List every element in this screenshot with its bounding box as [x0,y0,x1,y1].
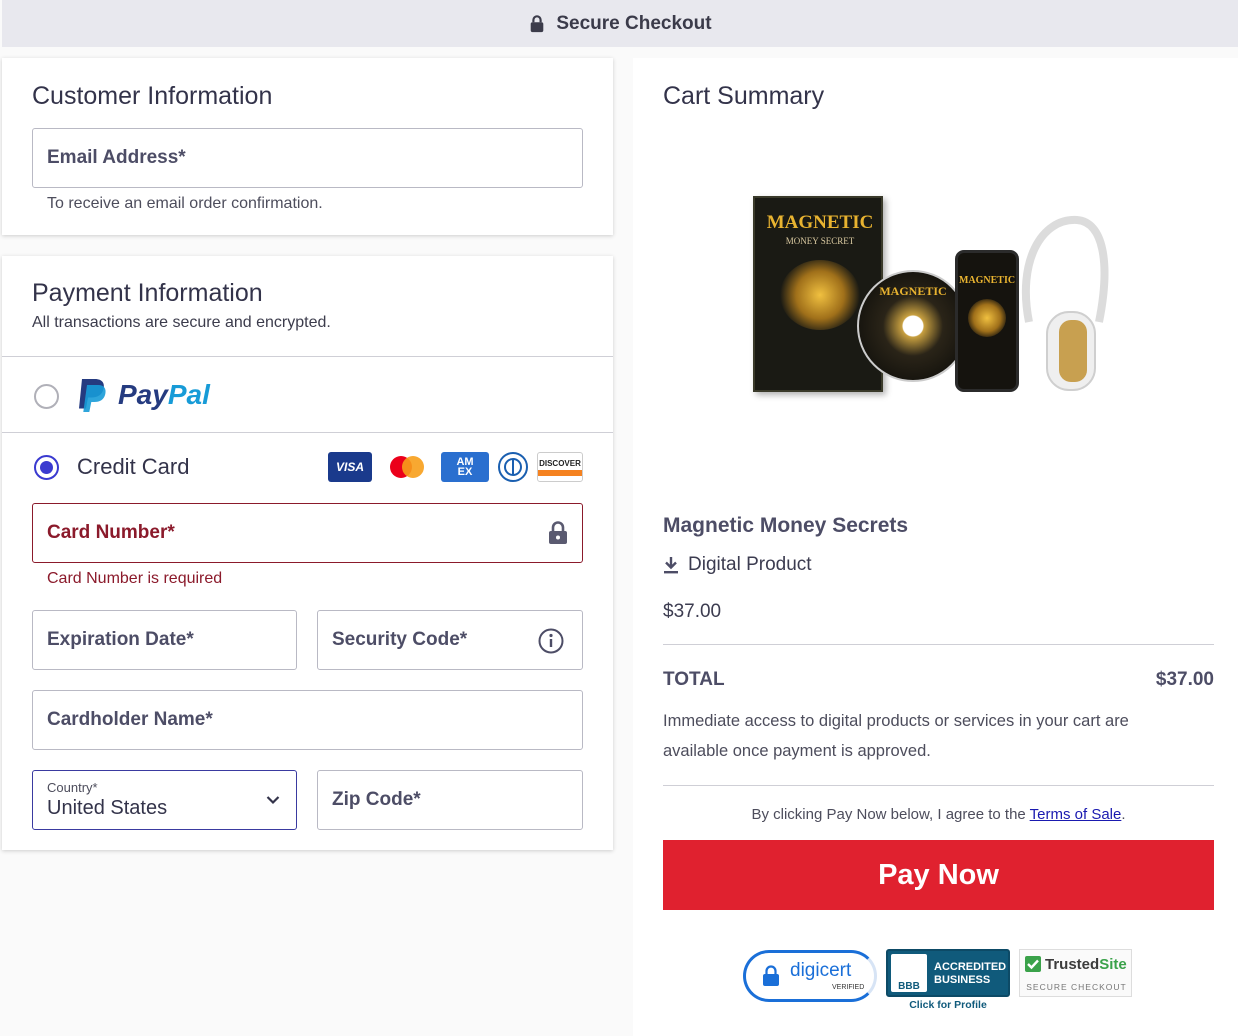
card-number-error: Card Number is required [47,570,223,587]
bbb-text: ACCREDITED BUSINESS [934,961,1006,987]
cardholder-name-label: Cardholder Name* [47,709,213,730]
digicert-name: digicert [790,960,852,981]
headphones-icon [1021,215,1109,391]
payment-subtitle: All transactions are secure and encrypte… [32,314,331,331]
access-note: Immediate access to digital products or … [663,712,1129,760]
expiration-date-label: Expiration Date* [47,629,194,650]
product-box-title: MAGNETIC [766,212,874,233]
secure-checkout-bar: Secure Checkout [2,0,1238,47]
product-type-label: Digital Product [688,554,812,575]
info-icon[interactable] [538,628,564,654]
credit-card-label: Credit Card [77,454,190,479]
paypal-wordmark: PayPal [118,379,210,411]
bbb-line1: ACCREDITED [934,961,1007,973]
product-name: Magnetic Money Secrets [663,514,909,537]
security-code-label: Security Code* [332,629,468,650]
total-label: TOTAL [663,669,725,690]
terms-of-sale-link[interactable]: Terms of Sale [1030,806,1122,823]
paypal-word-pay: Pay [118,379,168,410]
cart-summary-card: Cart Summary MAGNETIC MONEY SECRET MAGNE… [633,58,1238,1036]
email-field[interactable]: Email Address* [32,128,583,188]
terms-suffix: . [1121,806,1126,823]
country-select[interactable]: Country* United States [32,770,297,830]
amex-icon: AM EX [441,452,489,482]
paypal-word-pal: Pal [167,379,210,410]
country-value: United States [47,797,168,819]
checkmark-icon [1025,956,1041,972]
amex-text-bottom: EX [457,466,473,478]
cart-summary-title: Cart Summary [663,82,825,110]
chevron-down-icon [266,796,280,805]
discover-text: DISCOVER [539,458,581,468]
zip-code-label: Zip Code* [332,789,421,810]
mastercard-icon [385,452,429,482]
digicert-sub: VERIFIED [832,984,865,991]
trustedsite-name: TrustedSite [1045,956,1127,973]
credit-card-radio[interactable] [34,455,59,480]
bbb-line2: BUSINESS [934,974,991,986]
product-price: $37.00 [663,601,722,622]
customer-information-title: Customer Information [32,82,273,110]
divider [663,644,1214,645]
product-disc-title: MAGNETIC [879,284,947,298]
bbb-badge[interactable]: BBB ACCREDITED BUSINESS [886,949,1010,997]
country-label: Country* [47,780,98,795]
email-label: Email Address* [47,147,186,168]
zip-code-field[interactable]: Zip Code* [317,770,583,830]
payment-information-card: Payment Information All transactions are… [2,256,613,850]
security-code-field[interactable]: Security Code* [317,610,583,670]
lock-icon [763,965,779,986]
product-image: MAGNETIC MONEY SECRET MAGNETIC MAGNETIC [753,194,1113,404]
trustedsite-sub: SECURE CHECKOUT [1026,982,1127,992]
expiration-date-field[interactable]: Expiration Date* [32,610,297,670]
trustedsite-name-b: Site [1099,956,1127,973]
paypal-logo-icon [79,379,106,412]
product-phone-title: MAGNETIC [958,275,1016,286]
visa-text: VISA [335,460,364,474]
product-phone: MAGNETIC [955,250,1019,392]
discover-icon: DISCOVER [537,452,583,482]
bbb-logo: BBB [891,954,927,992]
cardholder-name-field[interactable]: Cardholder Name* [32,690,583,750]
diners-club-icon [498,452,528,482]
terms-prefix: By clicking Pay Now below, I agree to th… [751,806,1030,823]
terms-notice: By clicking Pay Now below, I agree to th… [663,806,1214,823]
bbb-cta[interactable]: Click for Profile [886,999,1010,1011]
page-title: Secure Checkout [556,12,712,34]
digicert-badge[interactable]: digicert VERIFIED [743,950,877,1002]
product-disc: MAGNETIC [857,270,969,382]
paypal-radio[interactable] [34,384,59,409]
pay-now-button[interactable]: Pay Now [663,840,1214,910]
payment-information-title: Payment Information [32,279,263,307]
email-hint: To receive an email order confirmation. [47,195,323,212]
download-icon [664,557,678,574]
trustedsite-name-a: Trusted [1045,956,1100,973]
product-type: Digital Product [663,554,812,576]
lock-icon [531,14,544,32]
credit-card-option[interactable]: Credit Card VISA AM EX DISCOVER [2,433,613,503]
visa-icon: VISA [328,452,372,482]
trustedsite-badge[interactable]: TrustedSite SECURE CHECKOUT [1019,949,1132,997]
customer-information-card: Customer Information Email Address* To r… [2,58,613,235]
card-number-label: Card Number* [47,522,175,543]
total-value: $37.00 [1155,669,1214,690]
card-number-field[interactable]: Card Number* [32,503,583,563]
product-box-subtitle: MONEY SECRET [785,236,855,246]
paypal-option[interactable]: PayPal [2,357,613,432]
lock-icon [549,521,567,544]
divider [663,785,1214,786]
